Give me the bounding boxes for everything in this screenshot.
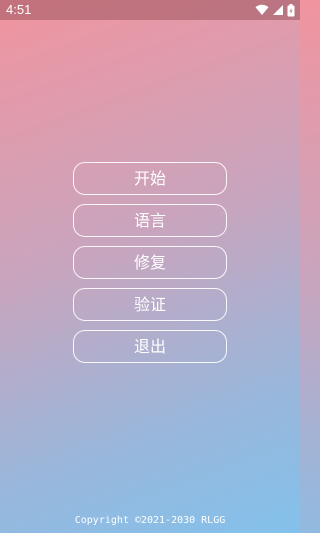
verify-button[interactable]: 验证 [73,288,227,321]
signal-icon [272,4,284,16]
status-bar: 4:51 [0,0,300,20]
main-menu: 开始 语言 修复 验证 退出 [73,162,227,363]
exit-button[interactable]: 退出 [73,330,227,363]
wifi-icon [255,4,269,16]
start-button[interactable]: 开始 [73,162,227,195]
battery-icon [287,3,295,17]
copyright-footer: Copyright ©2021-2030 RLGG [74,515,226,526]
repair-button[interactable]: 修复 [73,246,227,279]
status-icons [255,3,295,17]
language-button[interactable]: 语言 [73,204,227,237]
status-time: 4:51 [6,2,32,17]
